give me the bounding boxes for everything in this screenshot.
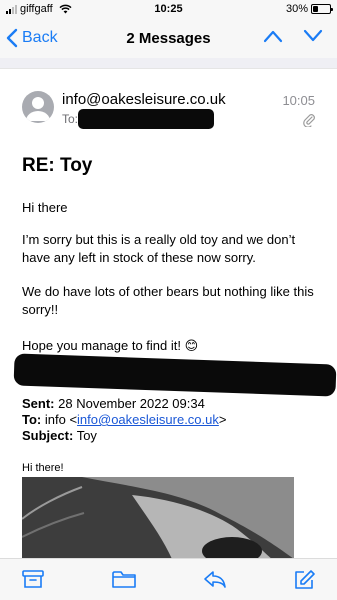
archive-icon[interactable] xyxy=(22,569,44,589)
quoted-email-link[interactable]: info@oakesleisure.co.uk xyxy=(77,412,219,427)
quoted-greeting: Hi there! xyxy=(22,462,64,474)
battery-icon xyxy=(311,4,333,14)
folder-icon[interactable] xyxy=(112,569,136,589)
message-card: info@oakesleisure.co.uk 10:05 To: RE: To… xyxy=(0,68,337,559)
message-paragraph: I’m sorry but this is a really old toy a… xyxy=(22,232,296,265)
navigation-bar: Back 2 Messages xyxy=(0,20,337,58)
bottom-toolbar xyxy=(0,558,337,600)
reply-icon[interactable] xyxy=(203,569,227,589)
photo-content xyxy=(22,477,294,559)
chevron-down-icon[interactable] xyxy=(303,29,323,43)
attached-photo[interactable] xyxy=(22,477,294,559)
message-paragraph: Hope you manage to find it! 😊 xyxy=(22,338,199,353)
message-greeting: Hi there xyxy=(22,200,68,215)
battery-percentage: 30% xyxy=(285,3,308,15)
to-label: To: xyxy=(22,412,42,427)
sent-value: 28 November 2022 09:34 xyxy=(58,396,205,411)
subject-label: Subject: xyxy=(22,428,74,443)
message-navigation xyxy=(263,29,323,43)
thread-separator xyxy=(0,58,337,68)
quoted-to: To: info <info@oakesleisure.co.uk> xyxy=(22,412,322,428)
message-subject: RE: Toy xyxy=(22,155,93,176)
quoted-subject: Subject: Toy xyxy=(22,428,322,444)
status-bar: giffgaff 10:25 30% xyxy=(0,0,337,20)
to-prefix: info < xyxy=(44,412,78,427)
message-time: 10:05 xyxy=(282,93,315,108)
to-suffix: > xyxy=(218,412,227,427)
redacted-recipient xyxy=(78,109,214,129)
redaction-mark xyxy=(13,353,337,397)
chevron-up-icon[interactable] xyxy=(263,29,283,43)
message-paragraph: We do have lots of other bears but nothi… xyxy=(22,284,314,317)
compose-icon[interactable] xyxy=(293,569,315,591)
sent-label: Sent: xyxy=(22,396,55,411)
attachment-icon xyxy=(303,114,315,127)
recipient-label: To: xyxy=(62,112,79,126)
subject-value: Toy xyxy=(76,428,97,443)
sender-avatar[interactable] xyxy=(22,91,54,123)
person-icon xyxy=(26,97,50,121)
battery-indicator: 30% xyxy=(285,3,333,15)
sender-address[interactable]: info@oakesleisure.co.uk xyxy=(62,91,226,108)
quoted-sent: Sent: 28 November 2022 09:34 xyxy=(22,396,322,412)
